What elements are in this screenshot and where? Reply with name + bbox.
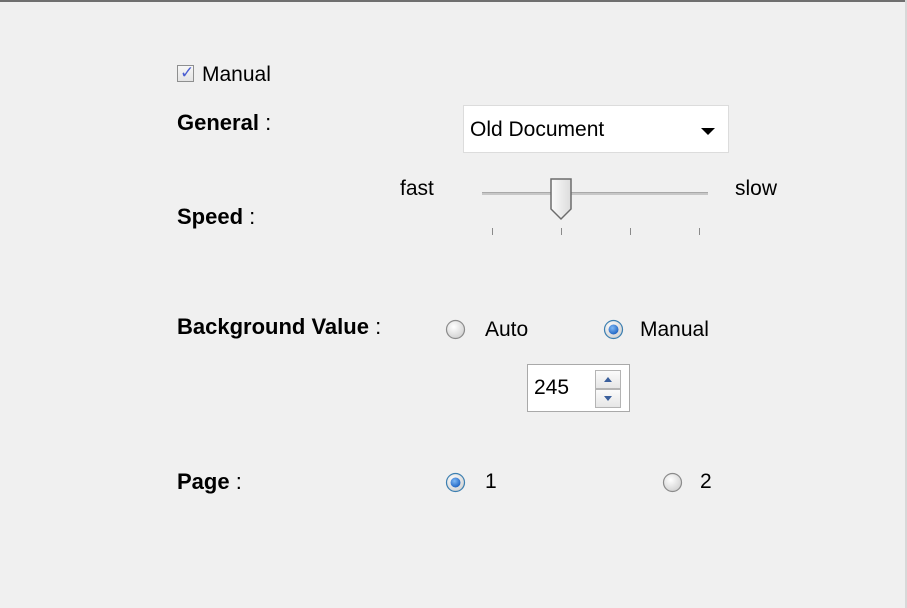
speed-slider-tick [561,228,562,235]
background-value-input[interactable]: 245 [534,376,569,400]
manual-checkbox-label: Manual [202,63,271,86]
page-label: Page : [177,470,242,494]
general-label: General : [177,111,271,135]
background-auto-radio[interactable] [445,319,466,340]
speed-colon: : [249,204,256,229]
chevron-down-icon[interactable] [701,128,715,135]
background-value-colon: : [375,314,382,339]
speed-slider-tick [630,228,631,235]
page-label-text: Page [177,469,230,494]
speed-fast-label: fast [400,177,434,200]
page-2-label: 2 [700,470,712,493]
arrow-up-icon [604,377,612,382]
general-dropdown[interactable]: Old Document [463,105,729,153]
page-colon: : [235,469,242,494]
general-dropdown-value: Old Document [470,118,605,141]
spin-down-button[interactable] [595,389,621,408]
background-auto-label: Auto [485,318,529,341]
checkmark-icon: ✓ [180,63,195,83]
page-1-label: 1 [485,470,497,493]
speed-slider-thumb[interactable] [549,177,573,221]
background-value-label: Background Value : [177,315,381,339]
background-value-label-text: Background Value [177,314,369,339]
arrow-down-icon [604,396,612,401]
speed-slow-label: slow [735,177,778,200]
speed-label: Speed : [177,205,255,229]
top-border [0,0,907,2]
page-1-radio[interactable] [445,472,466,493]
general-label-text: General [177,110,259,135]
speed-slider-tick [699,228,700,235]
speed-slider-tick [492,228,493,235]
general-colon: : [265,110,272,135]
background-manual-label: Manual [640,318,709,341]
page-2-radio[interactable] [662,472,683,493]
manual-checkbox[interactable]: ✓ [177,63,195,83]
background-manual-radio[interactable] [603,319,624,340]
spin-up-button[interactable] [595,370,621,389]
speed-slider-track[interactable] [482,192,708,195]
speed-label-text: Speed [177,204,244,229]
background-value-spinner[interactable]: 245 [527,364,630,412]
